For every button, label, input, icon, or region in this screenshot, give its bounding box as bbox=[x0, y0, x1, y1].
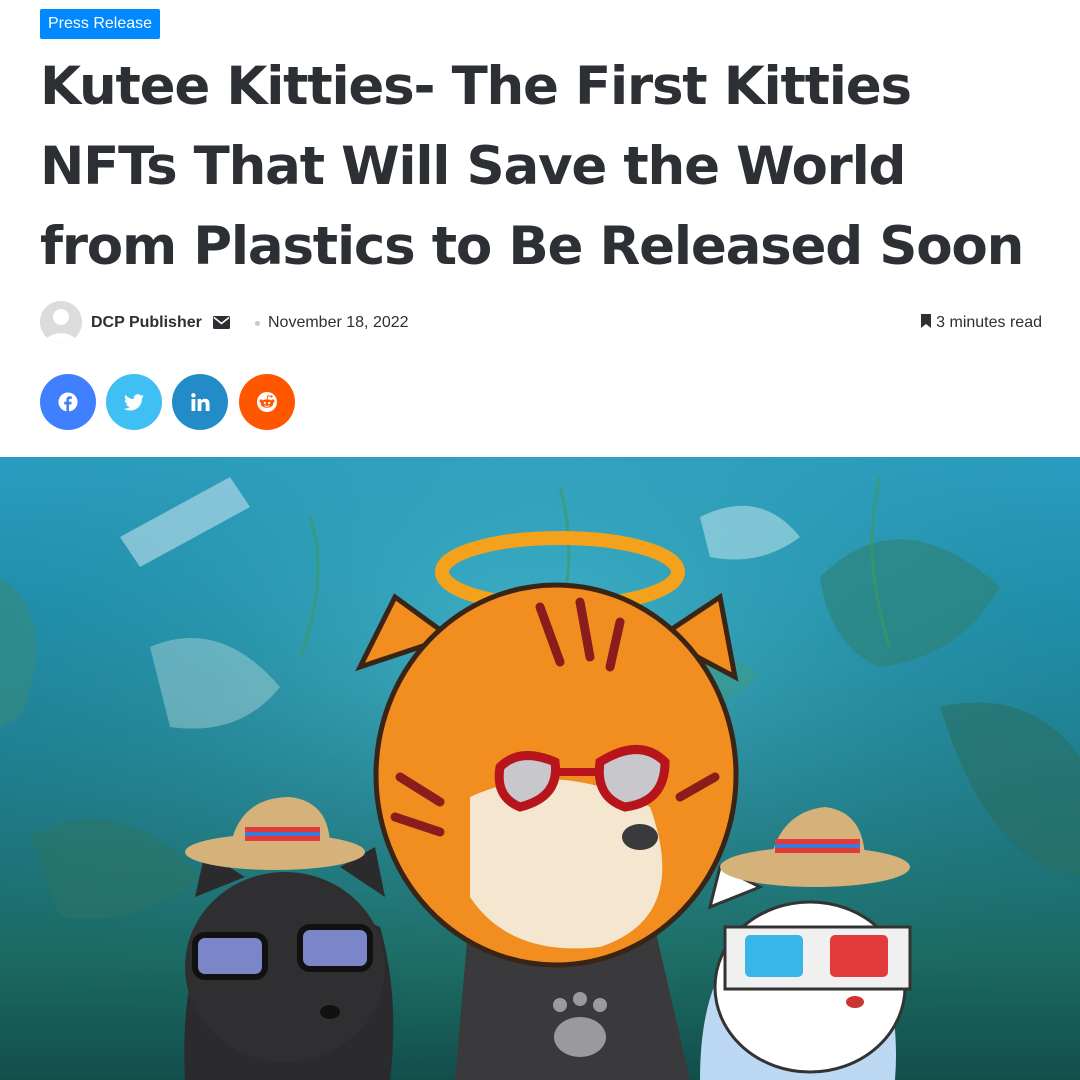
bookmark-icon bbox=[920, 314, 932, 333]
article-title: Kutee Kitties- The First Kitties NFTs Th… bbox=[40, 56, 1024, 277]
email-icon[interactable] bbox=[213, 316, 230, 334]
reddit-icon bbox=[256, 391, 278, 413]
category-badge[interactable]: Press Release bbox=[40, 9, 161, 39]
author-avatar[interactable] bbox=[40, 301, 82, 343]
read-time-text: 3 minutes read bbox=[936, 314, 1042, 331]
linkedin-icon bbox=[190, 393, 210, 411]
featured-image bbox=[0, 457, 1080, 1080]
share-facebook-button[interactable] bbox=[40, 374, 96, 430]
meta-separator bbox=[255, 321, 260, 326]
read-time: 3 minutes read bbox=[920, 314, 1042, 333]
facebook-icon bbox=[58, 392, 78, 412]
post-meta: DCP Publisher November 18, 2022 3 minute… bbox=[40, 300, 1042, 346]
share-reddit-button[interactable] bbox=[239, 374, 295, 430]
twitter-icon bbox=[124, 393, 144, 411]
share-twitter-button[interactable] bbox=[106, 374, 162, 430]
share-linkedin-button[interactable] bbox=[172, 374, 228, 430]
author-name[interactable]: DCP Publisher bbox=[91, 314, 202, 332]
post-date: November 18, 2022 bbox=[268, 314, 409, 331]
